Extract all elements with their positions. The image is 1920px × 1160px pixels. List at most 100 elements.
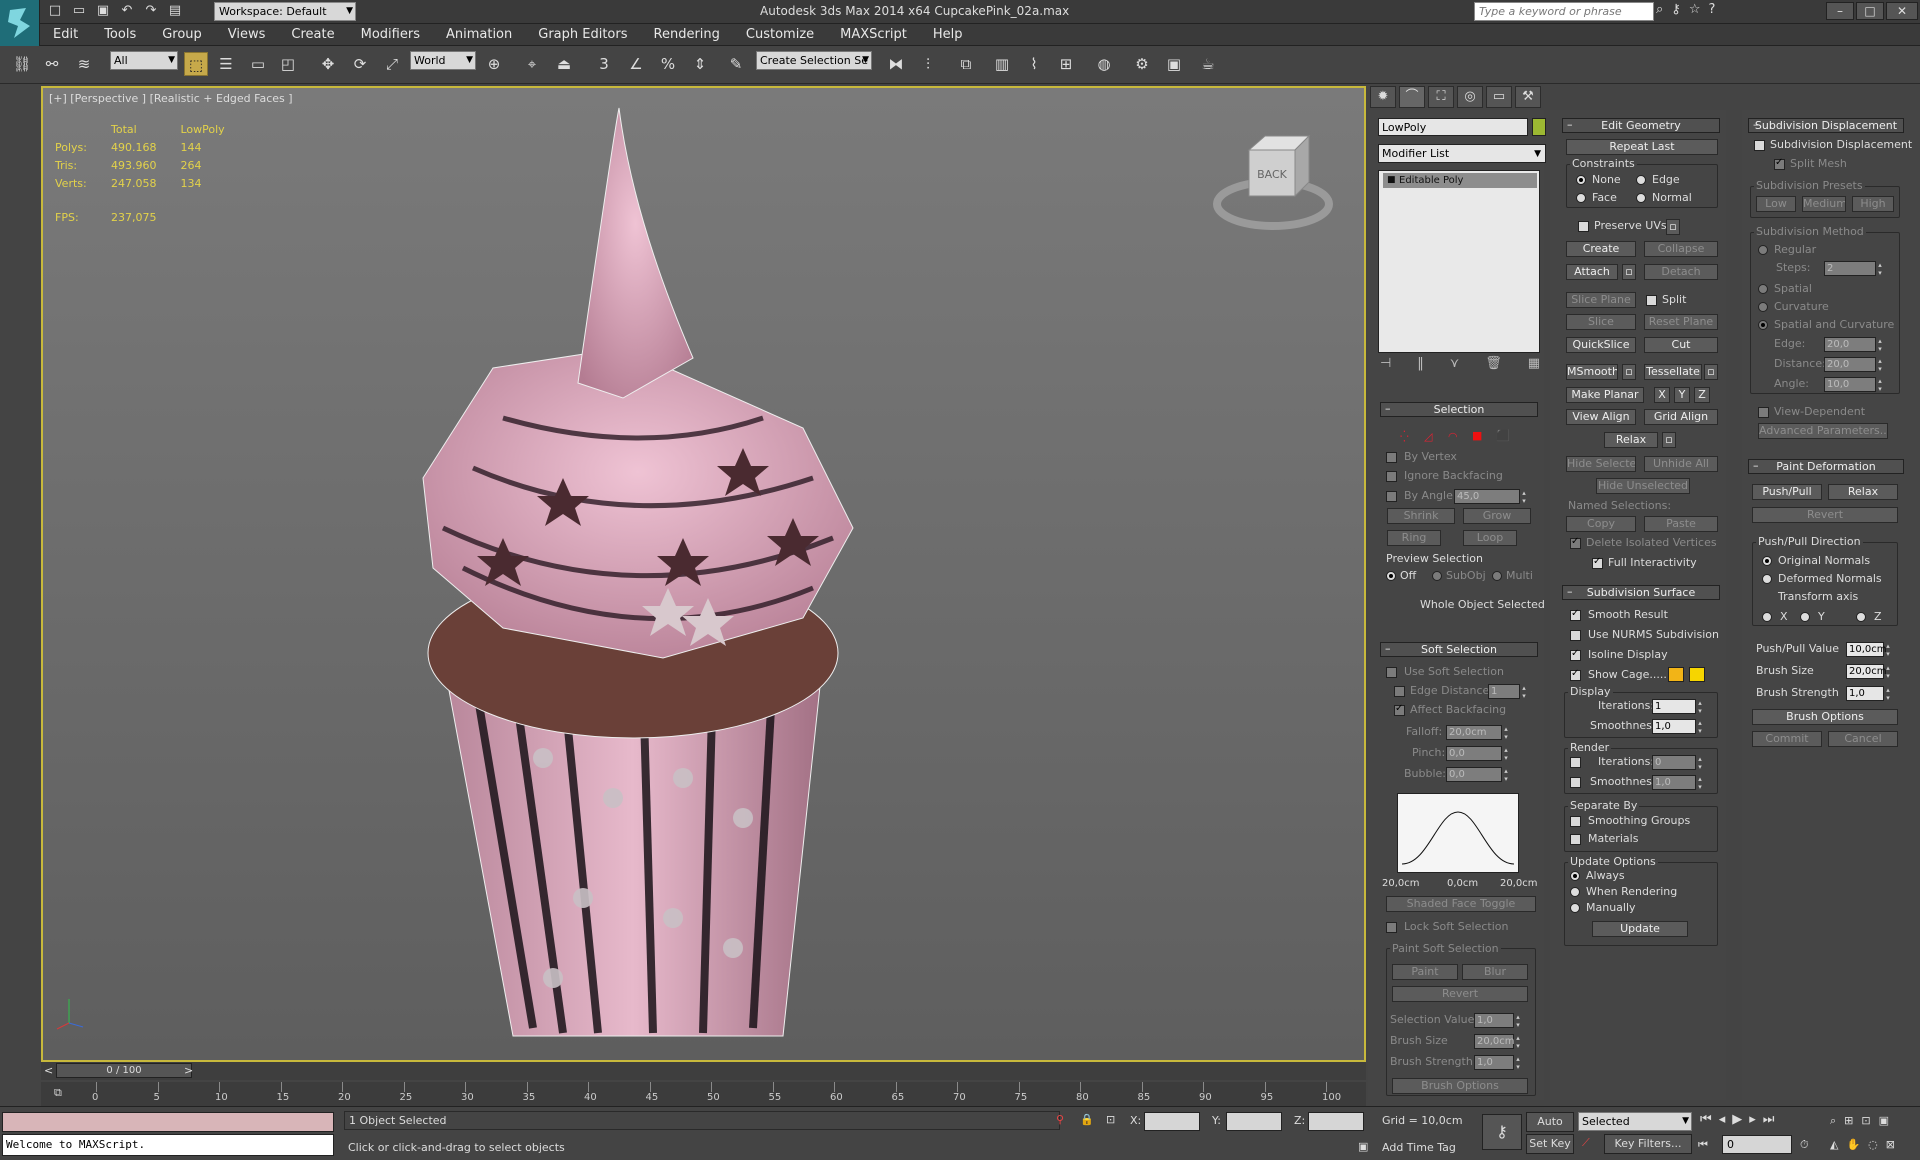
full-interactivity-checkbox[interactable] xyxy=(1592,556,1603,569)
constraint-edge-radio[interactable] xyxy=(1636,175,1646,185)
object-color-swatch[interactable] xyxy=(1532,118,1546,136)
curve-editor-icon[interactable]: ⌇ xyxy=(1022,52,1046,76)
hide-selected-button[interactable]: Hide Selected xyxy=(1566,456,1636,472)
time-tag-icon[interactable]: ▣ xyxy=(1358,1140,1368,1153)
axis-x-radio[interactable] xyxy=(1762,612,1772,622)
by-angle-checkbox[interactable] xyxy=(1386,491,1397,502)
render-smoothness-checkbox[interactable] xyxy=(1570,777,1581,788)
layer-manager-icon[interactable]: ⧉ xyxy=(954,52,978,76)
split-checkbox[interactable] xyxy=(1646,295,1657,306)
set-key-button[interactable]: Set Key xyxy=(1526,1134,1574,1154)
preset-medium-button[interactable]: Medium xyxy=(1802,196,1846,212)
select-manipulate-icon[interactable]: ⌖ xyxy=(520,52,544,76)
soft-brush-size-spinner[interactable]: 20,0cm xyxy=(1474,1034,1524,1049)
constraint-none-radio[interactable] xyxy=(1576,175,1586,185)
key-mode-icon[interactable]: ⚷ xyxy=(1482,1114,1522,1150)
mirror-icon[interactable]: ⧓ xyxy=(884,52,908,76)
render-iterations-spinner[interactable]: 0 xyxy=(1652,755,1706,770)
select-object-icon[interactable]: ⬚ xyxy=(184,52,208,76)
isoline-display-checkbox[interactable] xyxy=(1570,648,1581,661)
key-filters-button[interactable]: Key Filters... xyxy=(1604,1134,1692,1154)
rendered-frame-icon[interactable]: ▣ xyxy=(1162,52,1186,76)
key-mode-toggle-icon[interactable]: ⏮ xyxy=(1698,1138,1708,1152)
show-end-result-icon[interactable]: ‖ xyxy=(1417,356,1424,371)
maxscript-output[interactable]: Welcome to MAXScript. xyxy=(2,1134,334,1156)
detach-button[interactable]: Detach xyxy=(1644,264,1718,280)
edit-named-selections-icon[interactable]: ✎ xyxy=(724,52,748,76)
minimize-button[interactable]: – xyxy=(1826,2,1854,20)
update-when-rendering-radio[interactable] xyxy=(1570,887,1580,897)
time-configuration-icon[interactable]: ⏱ xyxy=(1800,1138,1809,1152)
select-by-name-icon[interactable]: ☰ xyxy=(214,52,238,76)
grid-align-button[interactable]: Grid Align xyxy=(1644,409,1718,425)
material-editor-icon[interactable]: ◍ xyxy=(1092,52,1116,76)
modifier-list-dropdown[interactable]: Modifier List ▼ xyxy=(1378,144,1546,163)
pivot-center-icon[interactable]: ⊕ xyxy=(482,52,506,76)
remove-modifier-icon[interactable]: 🗑 xyxy=(1485,356,1502,371)
soft-brush-strength-spinner[interactable]: 1,0 xyxy=(1474,1055,1524,1070)
menu-modifiers[interactable]: Modifiers xyxy=(348,27,433,42)
method-curvature-radio[interactable] xyxy=(1758,302,1768,312)
by-vertex-checkbox[interactable] xyxy=(1386,452,1397,463)
current-frame-field[interactable]: 0 xyxy=(1722,1135,1792,1154)
named-selection-set-dropdown[interactable]: Create Selection Se ▼ xyxy=(756,51,872,70)
falloff-spinner[interactable]: 20,0cm xyxy=(1446,725,1512,740)
angle-snap-icon[interactable]: ∠ xyxy=(624,52,648,76)
auto-key-button[interactable]: Auto Key xyxy=(1526,1112,1574,1146)
perspective-viewport[interactable]: [+] [Perspective ] [Realistic + Edged Fa… xyxy=(41,86,1366,1062)
preserve-uvs-checkbox[interactable] xyxy=(1578,221,1589,232)
tab-motion-icon[interactable]: ◎ xyxy=(1457,86,1483,108)
selection-rollout-header[interactable]: Selection xyxy=(1380,402,1538,417)
paint-brush-strength-spinner[interactable]: 1,0 xyxy=(1846,686,1894,701)
edit-geometry-rollout-header[interactable]: Edit Geometry xyxy=(1562,118,1720,133)
tessellate-settings-icon[interactable]: ▫ xyxy=(1704,364,1718,380)
shrink-button[interactable]: Shrink xyxy=(1387,508,1455,524)
selection-value-spinner[interactable]: 1,0 xyxy=(1474,1013,1524,1028)
render-smoothness-spinner[interactable]: 1,0 xyxy=(1652,775,1706,790)
soft-brush-options-button[interactable]: Brush Options xyxy=(1392,1078,1528,1094)
soft-selection-rollout-header[interactable]: Soft Selection xyxy=(1380,642,1538,657)
zoom-extents-all-icon[interactable]: ▣ xyxy=(1879,1114,1889,1128)
axis-z-radio[interactable] xyxy=(1856,612,1866,622)
paint-button[interactable]: Paint xyxy=(1392,964,1458,980)
affect-backfacing-checkbox[interactable] xyxy=(1394,703,1405,716)
update-button[interactable]: Update xyxy=(1592,921,1688,937)
attach-button[interactable]: Attach xyxy=(1566,264,1618,280)
unhide-all-button[interactable]: Unhide All xyxy=(1644,456,1718,472)
selection-lock-icon[interactable]: 🔒 xyxy=(1080,1113,1094,1126)
window-crossing-icon[interactable]: ◰ xyxy=(276,52,300,76)
time-slider-track[interactable] xyxy=(41,1062,1366,1080)
configure-sets-icon[interactable]: ▦ xyxy=(1528,356,1540,371)
cage-color-swatch-1[interactable] xyxy=(1668,667,1684,682)
help-icon[interactable]: ? xyxy=(1708,2,1715,17)
method-spatial-radio[interactable] xyxy=(1758,284,1768,294)
menu-maxscript[interactable]: MAXScript xyxy=(827,27,920,42)
update-manually-radio[interactable] xyxy=(1570,903,1580,913)
snap-toggle-icon[interactable]: 3 xyxy=(592,52,616,76)
preview-multi-radio[interactable] xyxy=(1492,571,1502,581)
repeat-last-button[interactable]: Repeat Last xyxy=(1566,139,1718,155)
msmooth-settings-icon[interactable]: ▫ xyxy=(1622,364,1636,380)
paint-revert-button[interactable]: Revert xyxy=(1752,507,1898,523)
deformed-normals-radio[interactable] xyxy=(1762,574,1772,584)
menu-animation[interactable]: Animation xyxy=(433,27,525,42)
constraint-face-radio[interactable] xyxy=(1576,193,1586,203)
cage-color-swatch-2[interactable] xyxy=(1689,667,1705,682)
menu-rendering[interactable]: Rendering xyxy=(641,27,733,42)
paint-brush-options-button[interactable]: Brush Options xyxy=(1752,709,1898,725)
close-button[interactable]: ✕ xyxy=(1886,2,1918,20)
open-file-icon[interactable]: ▭ xyxy=(70,2,88,20)
render-setup-icon[interactable]: ⚙ xyxy=(1130,52,1154,76)
tab-utilities-icon[interactable]: ⚒ xyxy=(1515,86,1541,108)
pinch-spinner[interactable]: 0,0 xyxy=(1446,746,1512,761)
move-icon[interactable]: ✥ xyxy=(316,52,340,76)
disp-angle-spinner[interactable]: 10,0 xyxy=(1824,377,1886,392)
isolate-selection-icon[interactable]: ⚲ xyxy=(1056,1113,1064,1126)
by-angle-spinner[interactable]: 45,0 xyxy=(1454,489,1530,504)
msmooth-button[interactable]: MSmooth xyxy=(1566,364,1618,380)
disp-distance-spinner[interactable]: 20,0 xyxy=(1824,357,1886,372)
smoothing-groups-checkbox[interactable] xyxy=(1570,816,1581,827)
tab-create-icon[interactable]: ✹ xyxy=(1370,86,1396,108)
set-keys-icon[interactable]: ⟋ xyxy=(1582,1136,1590,1150)
method-spatial-curvature-radio[interactable] xyxy=(1758,320,1768,330)
